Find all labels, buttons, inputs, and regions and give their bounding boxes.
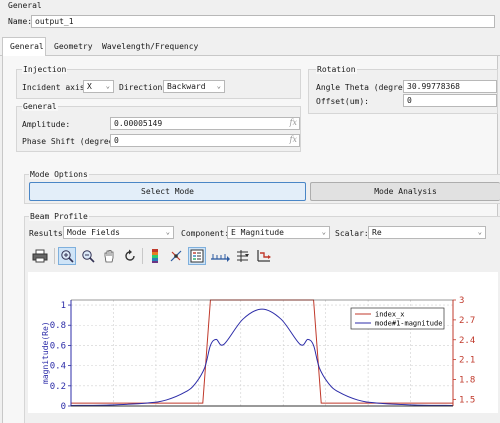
y-tick-label: 0.6 (50, 341, 66, 351)
general-group-title: General (22, 102, 58, 111)
plot-toolbar (29, 245, 299, 267)
offset-input[interactable]: 0 (403, 94, 497, 107)
y-tick-label: 1 (61, 301, 66, 311)
tab-general[interactable]: General (2, 37, 46, 56)
name-input[interactable]: output_1 (31, 15, 495, 28)
grid-options-icon[interactable] (234, 247, 252, 265)
rotate-icon[interactable] (121, 247, 139, 265)
results-value: Mode Fields (67, 228, 120, 237)
rotation-title: Rotation (316, 65, 357, 74)
select-mode-label: Select Mode (141, 187, 194, 196)
component-select[interactable]: E Magnitude ⌄ (227, 226, 330, 239)
component-value: E Magnitude (231, 228, 284, 237)
window-title-bar: General (0, 0, 500, 12)
incident-axis-select[interactable]: X ⌄ (83, 80, 114, 93)
fx-icon[interactable]: fx (290, 118, 297, 127)
direction-label: Direction: (119, 83, 168, 92)
angle-theta-input[interactable]: 30.99778368 (403, 80, 497, 93)
window-title: General (8, 1, 42, 10)
mode-analysis-label: Mode Analysis (374, 187, 437, 196)
plot-area: 0 0.2 0.4 0.6 0.8 1 1.5 1.8 2.1 2.4 2.7 3 magnitud… (28, 272, 498, 413)
y2-tick-label: 3 (459, 296, 464, 306)
panel-bottom-strip (28, 413, 498, 423)
fx-icon[interactable]: fx (290, 135, 297, 144)
y2-tick-label: 2.1 (459, 356, 475, 366)
tab-wavelength-frequency[interactable]: Wavelength/Frequency (102, 42, 198, 51)
injection-title: Injection (22, 65, 68, 74)
phase-shift-input[interactable]: 0 fx (110, 134, 300, 147)
pan-hand-icon[interactable] (100, 247, 118, 265)
phase-shift-value: 0 (114, 136, 119, 145)
select-mode-button[interactable]: Select Mode (29, 182, 306, 201)
toolbar-separator (54, 248, 55, 264)
phase-shift-label: Phase Shift (degree): (22, 137, 124, 146)
y-tick-label: 0.8 (50, 321, 66, 331)
scalar-select[interactable]: Re ⌄ (368, 226, 486, 239)
amplitude-label: Amplitude: (22, 120, 71, 129)
mode-analysis-button[interactable]: Mode Analysis (310, 182, 500, 201)
y-tick-label: 0 (61, 402, 66, 412)
scalar-value: Re (372, 228, 382, 237)
printer-icon[interactable] (29, 247, 51, 265)
chevron-down-icon: ⌄ (216, 82, 221, 90)
incident-axis-label: Incident axis: (22, 83, 90, 92)
name-label: Name: (8, 17, 33, 26)
legend-icon[interactable] (188, 247, 206, 265)
y2-tick-label: 1.5 (459, 395, 475, 405)
toolbar-separator (142, 248, 143, 264)
y-tick-label: 0.2 (50, 382, 66, 392)
chart-legend: index_x mode#1-magnitude (350, 307, 445, 330)
chevron-down-icon: ⌄ (165, 228, 170, 236)
mode-options-title: Mode Options (29, 170, 89, 179)
scalar-label: Scalar: (335, 229, 369, 238)
y-axis-label: magnitude(Re) (41, 321, 50, 384)
legend-label-index: index_x (375, 311, 405, 319)
angle-theta-label: Angle Theta (degree): (316, 83, 418, 92)
tab-geometry[interactable]: Geometry (54, 42, 93, 51)
beam-profile-title: Beam Profile (29, 212, 89, 221)
chevron-down-icon: ⌄ (477, 228, 482, 236)
offset-label: Offset(um): (316, 97, 369, 106)
y2-tick-label: 2.4 (459, 336, 475, 346)
amplitude-input[interactable]: 0.00005149 fx (110, 117, 300, 130)
zoom-in-icon[interactable] (58, 247, 76, 265)
component-label: Component: (181, 229, 230, 238)
results-select[interactable]: Mode Fields ⌄ (63, 226, 174, 239)
zoom-out-icon[interactable] (79, 247, 97, 265)
incident-axis-value: X (87, 82, 92, 91)
axis-ticks-icon[interactable] (209, 247, 231, 265)
y2-tick-label: 2.7 (459, 316, 475, 326)
data-cursor-icon[interactable] (167, 247, 185, 265)
reset-axes-icon[interactable] (255, 247, 273, 265)
tab-general-label: General (10, 42, 44, 51)
tab-bar: General Geometry Wavelength/Frequency (0, 37, 500, 56)
direction-select[interactable]: Backward ⌄ (163, 80, 225, 93)
y-tick-label: 0.4 (50, 362, 66, 372)
amplitude-value: 0.00005149 (114, 119, 163, 128)
chevron-down-icon: ⌄ (105, 82, 110, 90)
direction-value: Backward (167, 82, 206, 91)
legend-label-mode: mode#1-magnitude (375, 320, 442, 328)
results-label: Results: (29, 229, 68, 238)
chevron-down-icon: ⌄ (321, 228, 326, 236)
colorbar-icon[interactable] (146, 247, 164, 265)
beam-profile-chart[interactable]: 0 0.2 0.4 0.6 0.8 1 1.5 1.8 2.1 2.4 2.7 3 magnitud… (28, 272, 498, 413)
y2-tick-label: 1.8 (459, 376, 475, 386)
